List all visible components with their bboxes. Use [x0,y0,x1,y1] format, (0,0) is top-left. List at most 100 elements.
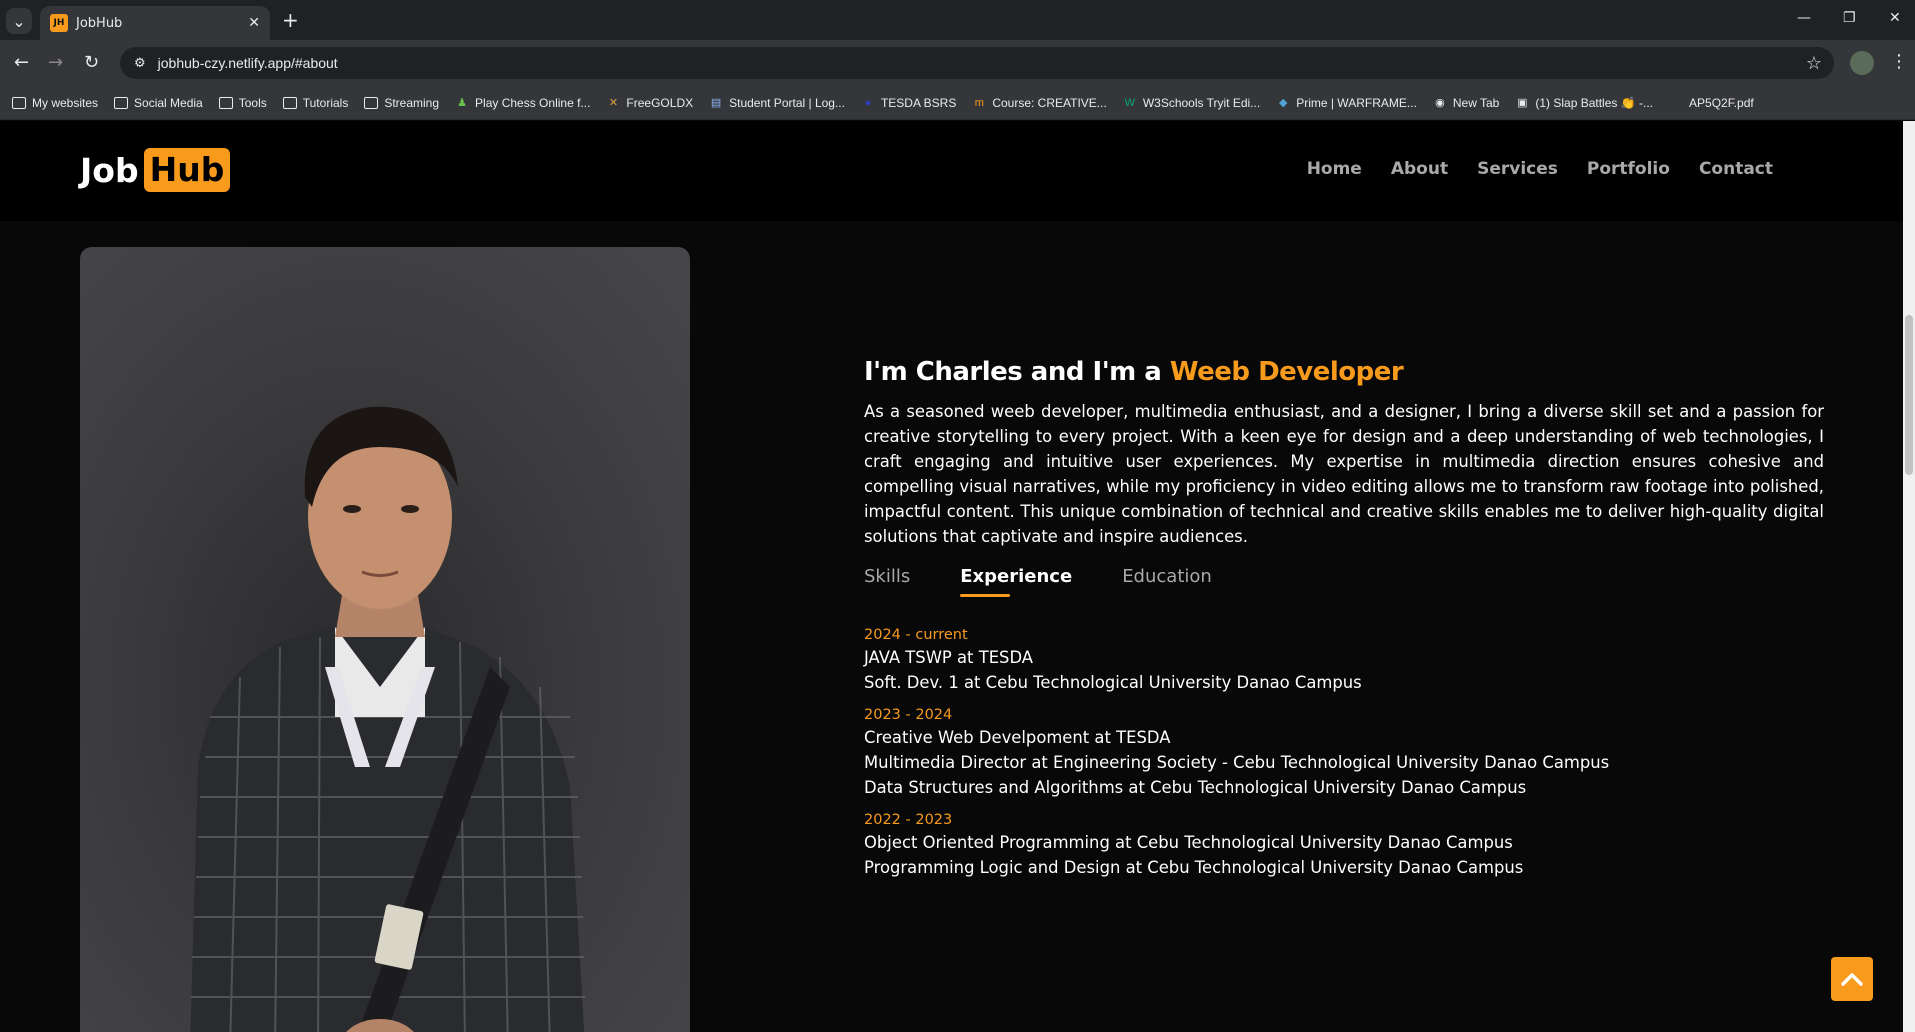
bookmark-label: Social Media [134,95,203,110]
bookmark-label: (1) Slap Battles 👏 -... [1535,95,1654,110]
roblox-icon: ▣ [1517,96,1528,109]
about-tabs: Skills Experience Education [864,566,1824,597]
forward-icon[interactable]: → [48,52,63,73]
bookmark-item[interactable]: Tutorials [282,95,349,110]
bookmark-label: Student Portal | Log... [729,95,845,110]
experience-list: 2024 - current JAVA TSWP at TESDA Soft. De… [864,625,1824,880]
jobhub-logo[interactable]: Job Hub [80,148,231,192]
chevron-down-icon: ⌄ [12,11,26,31]
profile-photo-card [80,247,690,1032]
restore-icon[interactable]: ❐ [1843,10,1856,26]
experience-year: 2022 - 2023 [864,812,953,828]
folder-icon [12,96,26,109]
course-icon: m [974,96,984,109]
site-settings-icon[interactable]: ⚙ [134,56,146,71]
chess-icon: ♟ [457,96,467,109]
nav-contact[interactable]: Contact [1699,159,1773,179]
nav-portfolio[interactable]: Portfolio [1587,159,1670,179]
experience-year: 2024 - current [864,627,968,643]
globe-icon: ● [864,96,872,109]
bookmark-label: TESDA BSRS [880,95,957,110]
bookmarks-bar: My websites Social Media Tools Tutorials Str… [0,86,1915,120]
bookmark-label: W3Schools Tryit Edi... [1142,95,1261,110]
experience-year: 2023 - 2024 [864,707,953,723]
main-nav: Home About Services Portfolio Contact [1307,159,1773,179]
tab-skills[interactable]: Skills [864,566,910,597]
bookmark-label: Tools [238,95,267,110]
browser-window: ⌄ JH JobHub ✕ + — ❐ ✕ ← → ↻ ⚙ jobhub-czy… [0,0,1915,1032]
tab-title: JobHub [76,15,123,31]
logo-hub: Hub [143,148,231,192]
bookmark-item[interactable]: Streaming [364,96,439,110]
bookmark-item[interactable]: ◆ Prime | WARFRAME... [1276,96,1417,110]
url-text[interactable]: jobhub-czy.netlify.app/#about [158,55,338,71]
bookmark-item[interactable]: ♟ Play Chess Online f... [455,96,590,110]
folder-icon [114,96,129,109]
bookmark-item[interactable]: ▤ Student Portal | Log... [709,96,845,110]
prime-icon: ◆ [1278,96,1288,109]
experience-item: Creative Web Develpoment at TESDA [864,728,1171,747]
profile-avatar[interactable] [1850,51,1874,75]
bookmark-label: Play Chess Online f... [475,95,591,110]
x-icon: ✕ [608,96,619,109]
bookmark-item[interactable]: My websites [12,96,98,110]
nav-home[interactable]: Home [1307,159,1362,179]
bookmark-item[interactable]: ▣ (1) Slap Battles 👏 -... [1515,96,1653,110]
pdf-icon [1669,97,1683,109]
experience-item: Multimedia Director at Engineering Socie… [864,753,1610,772]
bookmark-item[interactable]: W W3Schools Tryit Edi... [1123,95,1261,110]
bookmark-label: Tutorials [302,95,349,110]
folder-icon [364,96,379,109]
scroll-to-top-button[interactable] [1831,957,1873,1001]
bookmark-label: New Tab [1452,95,1500,110]
folder-icon [218,96,233,109]
chrome-icon: ◉ [1435,96,1445,109]
page-scrollbar[interactable] [1903,121,1915,1032]
new-tab-button[interactable]: + [282,8,299,32]
bookmark-item[interactable]: AP5Q2F.pdf [1669,96,1754,110]
nav-about[interactable]: About [1391,159,1448,179]
bookmark-label: Course: CREATIVE... [992,95,1107,110]
experience-item: Object Oriented Programming at Cebu Tech… [864,833,1513,852]
nav-services[interactable]: Services [1477,159,1558,179]
about-heading-prefix: I'm Charles and I'm a [864,357,1170,387]
minimize-icon[interactable]: — [1797,10,1811,26]
back-icon[interactable]: ← [14,52,29,73]
about-section: I'm Charles and I'm a Weeb Developer As … [864,357,1824,890]
bookmark-star-icon[interactable]: ☆ [1806,53,1822,74]
menu-kebab-icon[interactable]: ⋮ [1890,51,1908,72]
browser-toolbar: ← → ↻ ⚙ jobhub-czy.netlify.app/#about ☆ … [0,40,1915,86]
experience-group: 2024 - current JAVA TSWP at TESDA Soft. De… [864,625,1824,695]
bookmark-item[interactable]: Tools [218,95,267,110]
experience-item: Data Structures and Algorithms at Cebu T… [864,778,1527,797]
w3-icon: W [1124,96,1135,109]
tab-search-button[interactable]: ⌄ [6,8,32,34]
folder-icon [282,96,297,109]
address-bar[interactable]: ⚙ jobhub-czy.netlify.app/#about ☆ [120,47,1834,79]
experience-item: JAVA TSWP at TESDA [864,648,1034,667]
bookmark-label: FreeGOLDX [626,95,694,110]
bookmark-item[interactable]: Social Media [114,96,203,110]
bookmark-label: My websites [32,95,99,110]
doc-icon: ▤ [710,96,722,109]
tab-education[interactable]: Education [1122,566,1212,597]
bookmark-item[interactable]: ✕ FreeGOLDX [606,96,693,110]
jobhub-favicon-icon: JH [50,14,68,32]
chevron-up-icon [1841,973,1863,986]
reload-icon[interactable]: ↻ [84,52,99,73]
bookmark-label: Streaming [384,95,440,110]
bookmark-item[interactable]: ◉ New Tab [1433,96,1499,110]
bookmark-item[interactable]: ● TESDA BSRS [861,95,957,110]
about-heading: I'm Charles and I'm a Weeb Developer [864,357,1824,387]
tab-strip: ⌄ JH JobHub ✕ + — ❐ ✕ [0,0,1915,40]
browser-tab[interactable]: JH JobHub ✕ [40,6,270,40]
experience-item: Programming Logic and Design at Cebu Tec… [864,858,1524,877]
bookmark-label: Prime | WARFRAME... [1296,95,1417,110]
close-window-icon[interactable]: ✕ [1889,10,1901,26]
bookmark-label: AP5Q2F.pdf [1689,95,1754,110]
webpage: Job Hub Home About Services Portfolio Co… [0,121,1903,1032]
tab-experience[interactable]: Experience [960,566,1072,597]
scrollbar-thumb[interactable] [1905,315,1913,475]
close-tab-icon[interactable]: ✕ [248,15,260,31]
bookmark-item[interactable]: m Course: CREATIVE... [972,95,1107,110]
